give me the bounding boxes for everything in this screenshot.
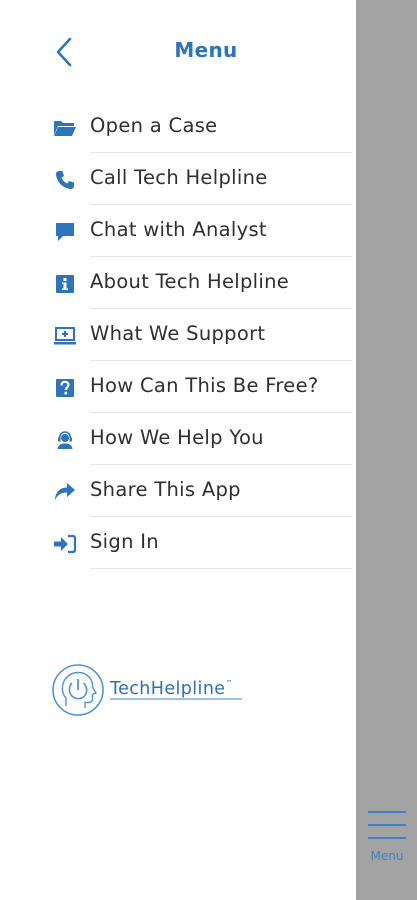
menu-item-call[interactable]: Call Tech Helpline xyxy=(0,153,356,205)
navigation-drawer: Menu Open a Case Call Tech Helpline Chat… xyxy=(0,0,356,900)
menu-item-label: Chat with Analyst xyxy=(90,218,267,241)
divider xyxy=(90,568,352,569)
menu-item-label: Call Tech Helpline xyxy=(90,166,268,189)
menu-item-label: Share This App xyxy=(90,478,241,501)
head-power-logo-icon xyxy=(52,664,104,716)
info-icon xyxy=(53,272,77,296)
menu-item-sign-in[interactable]: Sign In xyxy=(0,517,356,569)
menu-item-label: Sign In xyxy=(90,530,159,553)
phone-icon xyxy=(53,168,77,192)
menu-item-how-we-help[interactable]: How We Help You xyxy=(0,413,356,465)
monitor-plus-icon xyxy=(53,324,77,348)
menu-list: Open a Case Call Tech Helpline Chat with… xyxy=(0,101,356,569)
share-arrow-icon xyxy=(53,480,77,504)
page-title: Menu xyxy=(174,38,238,62)
hamburger-icon xyxy=(368,811,406,813)
logo-tagline xyxy=(110,698,242,700)
menu-item-label: How Can This Be Free? xyxy=(90,374,319,397)
menu-item-label: How We Help You xyxy=(90,426,264,449)
sign-in-icon xyxy=(53,532,77,556)
menu-item-chat[interactable]: Chat with Analyst xyxy=(0,205,356,257)
menu-item-label: Open a Case xyxy=(90,114,218,137)
chat-bubble-icon xyxy=(53,220,77,244)
menu-item-open-case[interactable]: Open a Case xyxy=(0,101,356,153)
hamburger-icon xyxy=(368,824,406,826)
menu-item-share[interactable]: Share This App xyxy=(0,465,356,517)
hamburger-icon xyxy=(368,837,406,839)
menu-button[interactable]: Menu xyxy=(364,808,410,868)
headset-agent-icon xyxy=(53,428,77,452)
question-icon xyxy=(53,376,77,400)
logo-name: TechHelpline xyxy=(110,679,226,699)
menu-item-label: What We Support xyxy=(90,322,266,345)
techhelpline-logo: TechHelpline™ xyxy=(52,660,262,720)
menu-item-what-we-support[interactable]: What We Support xyxy=(0,309,356,361)
menu-item-label: About Tech Helpline xyxy=(90,270,290,293)
menu-item-how-free[interactable]: How Can This Be Free? xyxy=(0,361,356,413)
logo-wordmark: TechHelpline™ xyxy=(110,679,233,699)
folder-open-icon xyxy=(53,116,77,140)
menu-item-about[interactable]: About Tech Helpline xyxy=(0,257,356,309)
drawer-backdrop[interactable] xyxy=(356,0,417,900)
logo-trademark: ™ xyxy=(225,679,233,687)
menu-button-label: Menu xyxy=(370,849,404,863)
